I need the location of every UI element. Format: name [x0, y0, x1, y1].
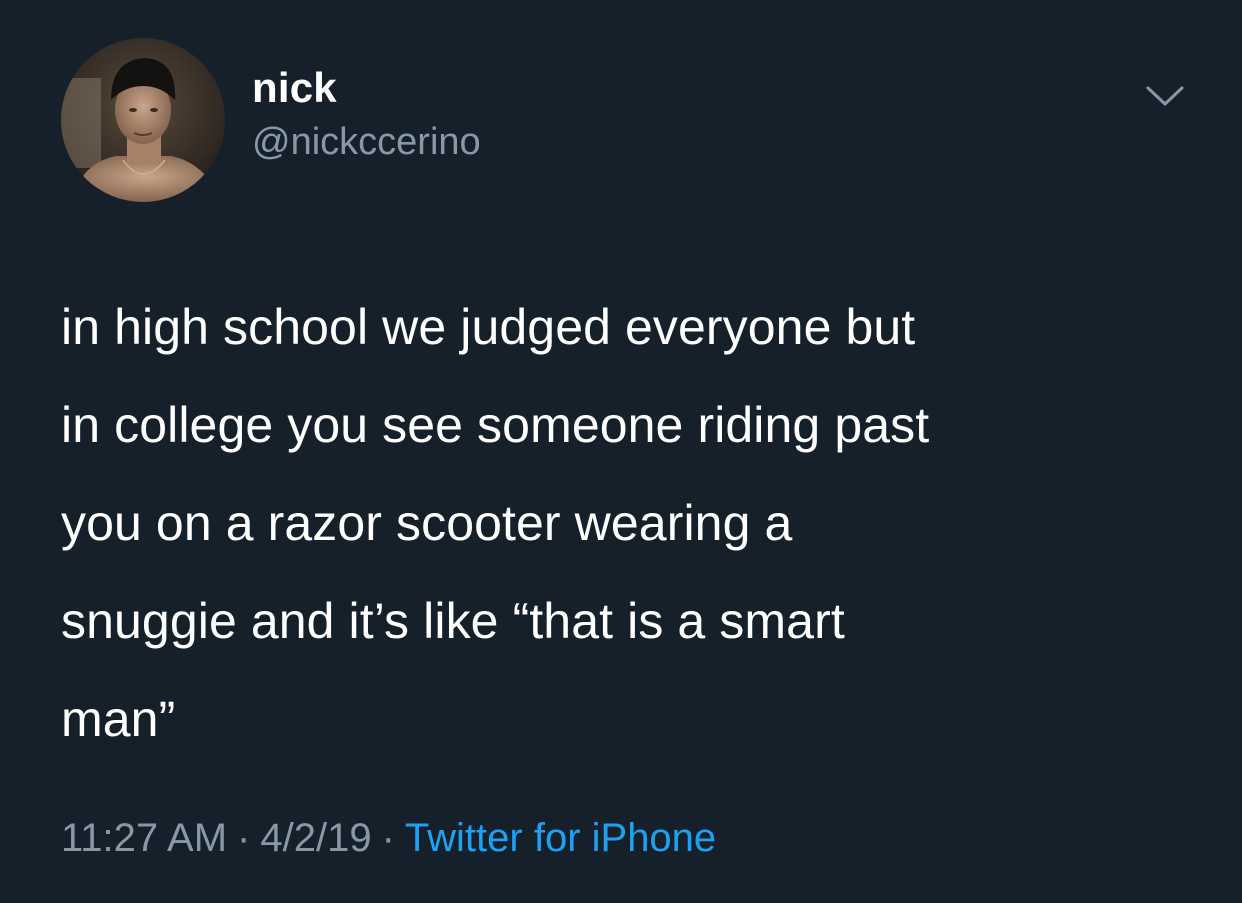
tweet-source-link[interactable]: Twitter for iPhone [405, 816, 716, 860]
tweet-text: in high school we judged everyone but in… [61, 278, 1181, 768]
tweet-meta: 11:27 AM · 4/2/19 · Twitter for iPhone [61, 813, 716, 863]
avatar[interactable] [61, 38, 225, 202]
display-name[interactable]: nick [252, 62, 481, 114]
tweet: nick @nickccerino in high school we judg… [0, 0, 1242, 903]
tweet-text-line: snuggie and it’s like “that is a smart [61, 593, 845, 649]
tweet-text-line: in college you see someone riding past [61, 397, 930, 453]
tweet-text-line: you on a razor scooter wearing a [61, 495, 793, 551]
tweet-text-line: man” [61, 691, 176, 747]
author-info: nick @nickccerino [252, 62, 481, 166]
profile-photo [61, 38, 225, 202]
tweet-time[interactable]: 11:27 AM [61, 816, 227, 860]
chevron-down-icon[interactable] [1142, 80, 1188, 110]
user-handle[interactable]: @nickccerino [252, 118, 481, 166]
tweet-date[interactable]: 4/2/19 [260, 816, 371, 860]
tweet-text-line: in high school we judged everyone but [61, 299, 916, 355]
meta-separator: · [237, 816, 251, 860]
meta-separator: · [381, 816, 395, 860]
